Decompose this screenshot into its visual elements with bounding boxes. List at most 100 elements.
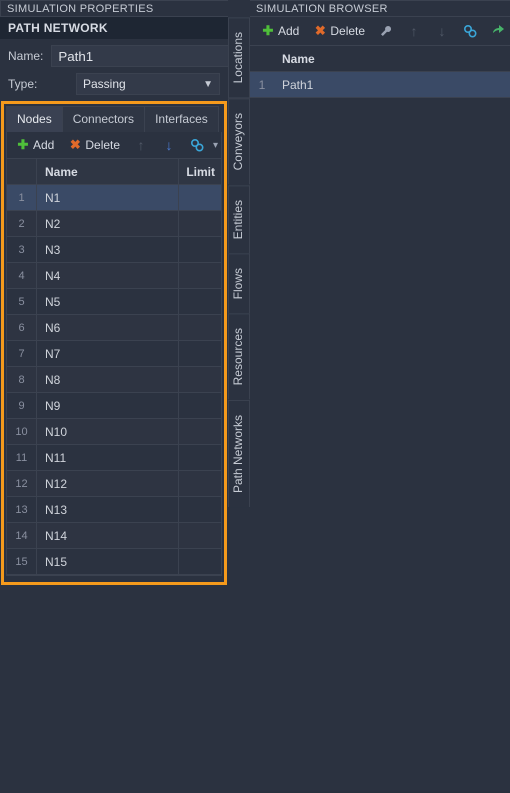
row-limit[interactable] (179, 237, 221, 262)
arrow-down-icon: ↓ (435, 24, 449, 38)
vtab-spacer (228, 507, 250, 793)
browser-delete-button[interactable]: ✖ Delete (308, 21, 370, 41)
row-name[interactable]: N15 (37, 549, 179, 574)
row-limit[interactable] (179, 289, 221, 314)
list-item[interactable]: 1Path1 (250, 72, 510, 98)
row-limit[interactable] (179, 523, 221, 548)
table-row[interactable]: 11N11 (7, 445, 221, 471)
delete-node-button[interactable]: ✖ Delete (63, 135, 125, 155)
row-index: 6 (7, 315, 37, 340)
properties-panel: SIMULATION PROPERTIES PATH NETWORK Name:… (0, 0, 228, 793)
vtab-flows[interactable]: Flows (228, 253, 250, 313)
row-name[interactable]: N9 (37, 393, 179, 418)
table-row[interactable]: 7N7 (7, 341, 221, 367)
table-row[interactable]: 13N13 (7, 497, 221, 523)
arrow-down-icon: ↓ (162, 138, 176, 152)
table-row[interactable]: 14N14 (7, 523, 221, 549)
row-limit[interactable] (179, 185, 221, 210)
table-row[interactable]: 12N12 (7, 471, 221, 497)
browser-col-name[interactable]: Name (274, 52, 510, 66)
add-node-label: Add (33, 138, 54, 152)
table-row[interactable]: 3N3 (7, 237, 221, 263)
row-name[interactable]: N2 (37, 211, 179, 236)
row-index: 8 (7, 367, 37, 392)
row-name[interactable]: N12 (37, 471, 179, 496)
row-index: 14 (7, 523, 37, 548)
row-name[interactable]: Path1 (274, 78, 510, 92)
table-row[interactable]: 1N1 (7, 185, 221, 211)
table-row[interactable]: 2N2 (7, 211, 221, 237)
name-input[interactable] (51, 45, 242, 67)
row-limit[interactable] (179, 367, 221, 392)
row-index: 15 (7, 549, 37, 574)
find-icon (463, 24, 477, 38)
browser-panel-wrap: Locations Conveyors Entities Flows Resou… (228, 0, 510, 793)
row-name[interactable]: N4 (37, 263, 179, 288)
find-button[interactable] (185, 135, 209, 155)
add-node-button[interactable]: ✚ Add (11, 135, 59, 155)
row-index: 1 (7, 185, 37, 210)
row-limit[interactable] (179, 315, 221, 340)
row-name[interactable]: N6 (37, 315, 179, 340)
browser-title-bar: SIMULATION BROWSER (250, 0, 510, 17)
table-row[interactable]: 5N5 (7, 289, 221, 315)
type-select[interactable]: Passing ▼ (76, 73, 220, 95)
table-row[interactable]: 15N15 (7, 549, 221, 575)
browser-share-button[interactable] (486, 21, 510, 41)
col-name-header[interactable]: Name (37, 159, 179, 184)
browser-up-button[interactable]: ↑ (402, 21, 426, 41)
row-index: 1 (250, 78, 274, 92)
col-limit-header[interactable]: Limit (179, 159, 221, 184)
row-limit[interactable] (179, 419, 221, 444)
row-index: 3 (7, 237, 37, 262)
table-row[interactable]: 8N8 (7, 367, 221, 393)
cross-icon: ✖ (68, 138, 82, 152)
tab-nodes[interactable]: Nodes (6, 106, 63, 132)
row-name[interactable]: N1 (37, 185, 179, 210)
row-limit[interactable] (179, 549, 221, 574)
move-up-button[interactable]: ↑ (129, 135, 153, 155)
row-name[interactable]: N11 (37, 445, 179, 470)
browser-down-button[interactable]: ↓ (430, 21, 454, 41)
nodes-table: Name Limit 1N12N23N34N45N56N67N78N89N910… (6, 159, 222, 576)
nodes-toolbar: ✚ Add ✖ Delete ↑ ↓ ▾ (6, 132, 222, 159)
row-limit[interactable] (179, 341, 221, 366)
row-name[interactable]: N8 (37, 367, 179, 392)
browser-toolbar: ✚ Add ✖ Delete ↑ ↓ (250, 17, 510, 46)
vtab-resources[interactable]: Resources (228, 313, 250, 399)
tab-interfaces[interactable]: Interfaces (145, 106, 219, 132)
tab-connectors[interactable]: Connectors (63, 106, 145, 132)
properties-title-bar: SIMULATION PROPERTIES (0, 0, 228, 17)
browser-find-button[interactable] (458, 21, 482, 41)
row-name[interactable]: N10 (37, 419, 179, 444)
row-limit[interactable] (179, 497, 221, 522)
row-index: 5 (7, 289, 37, 314)
row-limit[interactable] (179, 263, 221, 288)
row-limit[interactable] (179, 471, 221, 496)
table-row[interactable]: 9N9 (7, 393, 221, 419)
row-name[interactable]: N5 (37, 289, 179, 314)
row-name[interactable]: N3 (37, 237, 179, 262)
table-row[interactable]: 6N6 (7, 315, 221, 341)
nodes-editor-highlight: Nodes Connectors Interfaces ✚ Add ✖ Dele… (1, 101, 227, 585)
subtabs: Nodes Connectors Interfaces (6, 106, 222, 132)
vtab-locations[interactable]: Locations (228, 17, 250, 98)
row-limit[interactable] (179, 445, 221, 470)
nodes-table-body: 1N12N23N34N45N56N67N78N89N910N1011N1112N… (7, 185, 221, 575)
browser-add-button[interactable]: ✚ Add (256, 21, 304, 41)
row-name[interactable]: N7 (37, 341, 179, 366)
row-limit[interactable] (179, 211, 221, 236)
move-down-button[interactable]: ↓ (157, 135, 181, 155)
table-row[interactable]: 4N4 (7, 263, 221, 289)
row-name[interactable]: N13 (37, 497, 179, 522)
browser-panel: SIMULATION BROWSER ✚ Add ✖ Delete ↑ (250, 0, 510, 793)
vtab-path-networks[interactable]: Path Networks (228, 400, 250, 507)
table-row[interactable]: 10N10 (7, 419, 221, 445)
toolbar-overflow-icon[interactable]: ▾ (213, 140, 218, 151)
vtab-conveyors[interactable]: Conveyors (228, 98, 250, 184)
browser-config-button[interactable] (374, 21, 398, 41)
vtab-entities[interactable]: Entities (228, 185, 250, 253)
row-limit[interactable] (179, 393, 221, 418)
section-path-network: PATH NETWORK (0, 17, 228, 39)
row-name[interactable]: N14 (37, 523, 179, 548)
